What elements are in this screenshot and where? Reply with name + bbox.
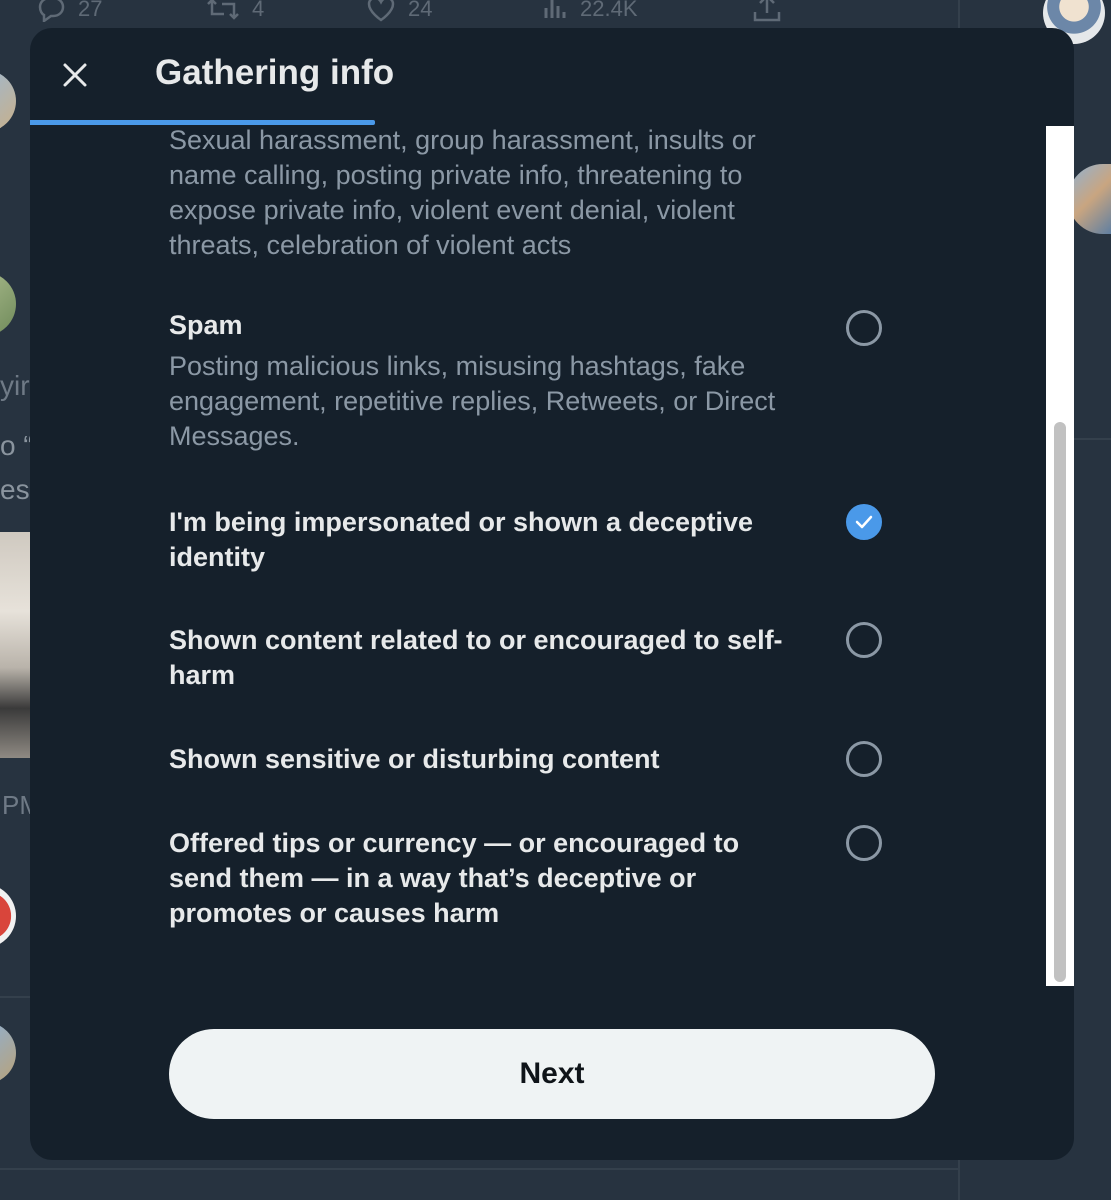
reply-action[interactable]: 27 [36,0,102,22]
reply-icon [38,0,65,22]
close-icon [63,63,87,87]
previous-option-description: Sexual harassment, group harassment, ins… [169,125,756,260]
option-spam[interactable]: Spam Posting malicious links, misusing h… [169,308,889,454]
scrollbar-thumb[interactable] [1054,422,1066,982]
next-button[interactable]: Next [169,1029,935,1119]
scrollbar[interactable] [1046,126,1074,986]
like-icon [367,0,395,22]
avatar[interactable] [0,70,16,132]
option-tips-currency[interactable]: Offered tips or currency — or encouraged… [169,825,889,931]
timeline-divider [0,1168,958,1170]
avatar[interactable] [0,884,16,948]
option-sensitive-content[interactable]: Shown sensitive or disturbing content [169,741,889,777]
views-icon [544,0,566,18]
background-text: o “ [0,430,33,461]
option-label: Shown content related to or encouraged t… [169,625,783,690]
option-label: Spam [169,310,243,340]
option-description: Posting malicious links, misusing hashta… [169,351,776,451]
avatar[interactable] [0,272,16,336]
like-count: 24 [408,0,433,21]
option-label: Shown sensitive or disturbing content [169,744,660,774]
timeline-divider [0,996,30,998]
retweet-action[interactable]: 4 [206,0,264,22]
modal-title: Gathering info [155,53,395,92]
avatar[interactable] [0,1022,16,1084]
views-action[interactable]: 22.4K [542,0,638,22]
reply-count: 27 [78,0,103,21]
radio-button[interactable] [846,825,882,861]
radio-button[interactable] [846,310,882,346]
tweet-media[interactable] [0,532,30,758]
background-text: es [0,474,30,505]
avatar[interactable] [1068,164,1111,234]
option-self-harm[interactable]: Shown content related to or encouraged t… [169,622,889,693]
like-action[interactable]: 24 [366,0,432,22]
share-icon [753,0,781,22]
modal-header: Gathering info [30,28,1074,125]
screen: 27 4 24 22.4K yir o “ es PM Gathering in… [0,0,1111,1200]
option-label: I'm being impersonated or shown a decept… [169,507,754,572]
close-button[interactable] [52,52,98,98]
radio-button[interactable] [846,741,882,777]
option-impersonation[interactable]: I'm being impersonated or shown a decept… [169,504,889,575]
checkmark-icon [855,515,873,529]
option-label: Offered tips or currency — or encouraged… [169,828,740,928]
share-action[interactable] [752,0,782,22]
background-text: yir [0,370,30,401]
retweet-count: 4 [252,0,265,21]
retweet-icon [207,0,239,20]
report-modal: Gathering info Sexual harassment, group … [30,28,1074,1160]
radio-button[interactable] [846,622,882,658]
views-count: 22.4K [580,0,638,21]
radio-button-selected[interactable] [846,504,882,540]
